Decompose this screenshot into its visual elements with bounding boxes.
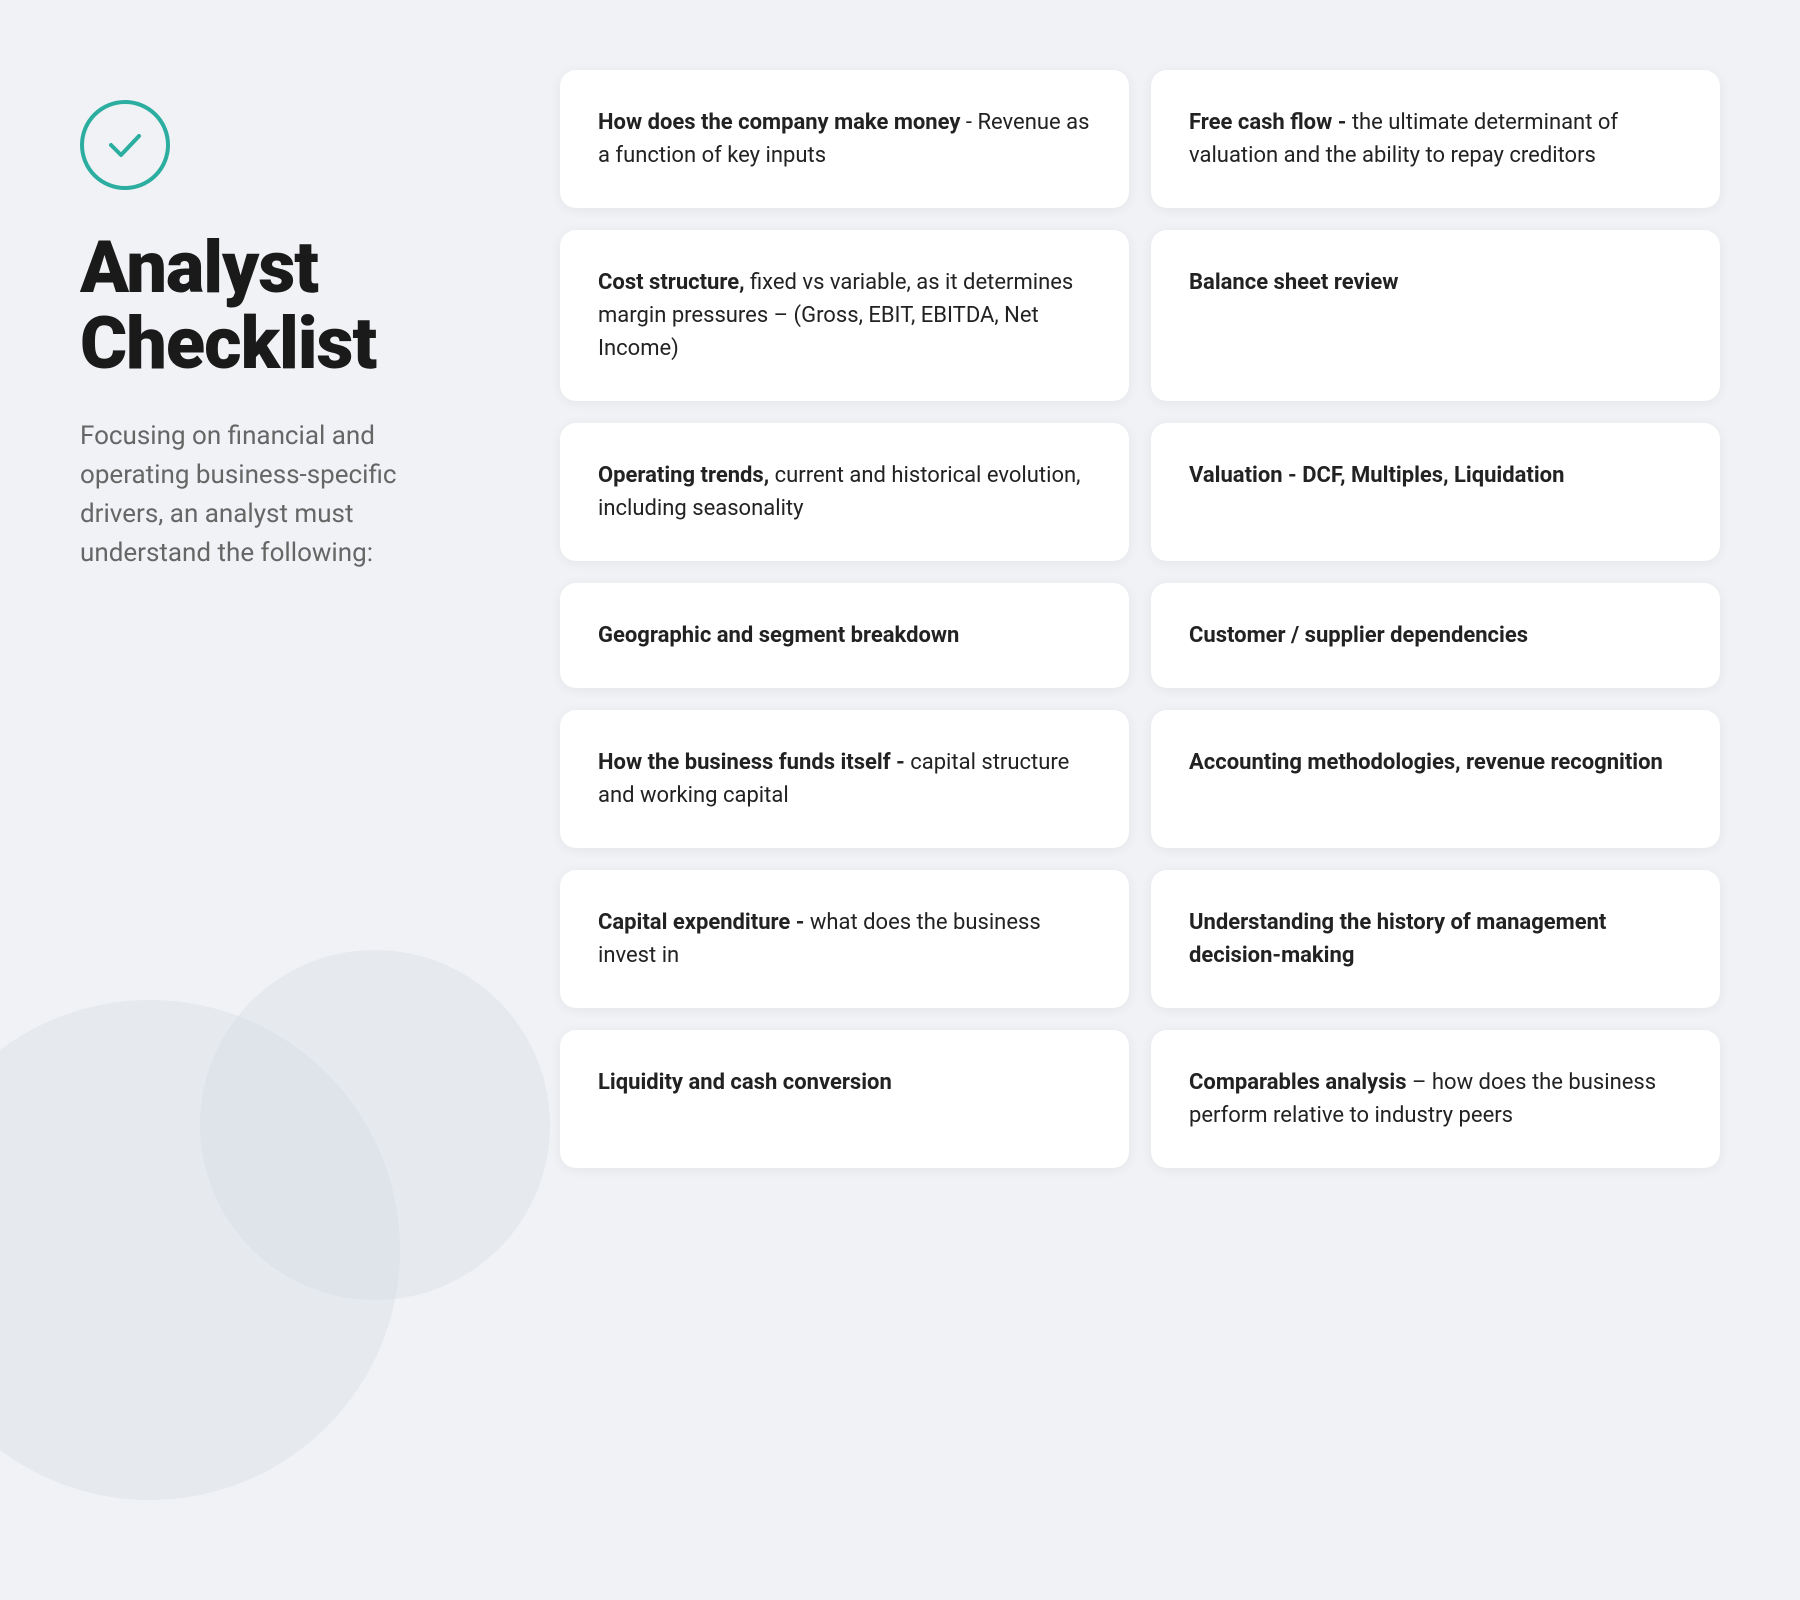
- bg-decoration-2: [200, 950, 550, 1300]
- card-management: Understanding the history of management …: [1151, 870, 1720, 1008]
- card-operating-trends-text: Operating trends, current and historical…: [598, 459, 1091, 525]
- card-revenue-text: How does the company make money - Revenu…: [598, 106, 1091, 172]
- check-icon-circle: [80, 100, 170, 190]
- card-revenue: How does the company make money - Revenu…: [560, 70, 1129, 208]
- card-funds-itself-text: How the business funds itself - capital …: [598, 746, 1091, 812]
- card-operating-trends: Operating trends, current and historical…: [560, 423, 1129, 561]
- checkmark-icon: [103, 123, 147, 167]
- card-cost-structure: Cost structure, fixed vs variable, as it…: [560, 230, 1129, 401]
- card-accounting-text: Accounting methodologies, revenue recogn…: [1189, 746, 1663, 779]
- card-funds-itself: How the business funds itself - capital …: [560, 710, 1129, 848]
- card-accounting: Accounting methodologies, revenue recogn…: [1151, 710, 1720, 848]
- cards-grid: How does the company make money - Revenu…: [560, 60, 1720, 1168]
- card-liquidity: Liquidity and cash conversion: [560, 1030, 1129, 1168]
- card-management-text: Understanding the history of management …: [1189, 906, 1682, 972]
- left-panel: Analyst Checklist Focusing on financial …: [80, 60, 560, 573]
- page-title: Analyst Checklist: [80, 230, 520, 381]
- page-subtitle: Focusing on financial and operating busi…: [80, 417, 460, 573]
- card-capex-text: Capital expenditure - what does the busi…: [598, 906, 1091, 972]
- card-comparables-text: Comparables analysis – how does the busi…: [1189, 1066, 1682, 1132]
- card-free-cash-flow-text: Free cash flow - the ultimate determinan…: [1189, 106, 1682, 172]
- card-comparables: Comparables analysis – how does the busi…: [1151, 1030, 1720, 1168]
- card-customer-supplier-text: Customer / supplier dependencies: [1189, 619, 1528, 652]
- card-geographic: Geographic and segment breakdown: [560, 583, 1129, 688]
- card-capex: Capital expenditure - what does the busi…: [560, 870, 1129, 1008]
- card-valuation: Valuation - DCF, Multiples, Liquidation: [1151, 423, 1720, 561]
- card-balance-sheet: Balance sheet review: [1151, 230, 1720, 401]
- card-cost-structure-text: Cost structure, fixed vs variable, as it…: [598, 266, 1091, 365]
- card-free-cash-flow: Free cash flow - the ultimate determinan…: [1151, 70, 1720, 208]
- card-balance-sheet-text: Balance sheet review: [1189, 266, 1398, 299]
- card-liquidity-text: Liquidity and cash conversion: [598, 1066, 892, 1099]
- card-customer-supplier: Customer / supplier dependencies: [1151, 583, 1720, 688]
- bg-decoration-1: [0, 1000, 400, 1500]
- card-valuation-text: Valuation - DCF, Multiples, Liquidation: [1189, 459, 1564, 492]
- card-geographic-text: Geographic and segment breakdown: [598, 619, 959, 652]
